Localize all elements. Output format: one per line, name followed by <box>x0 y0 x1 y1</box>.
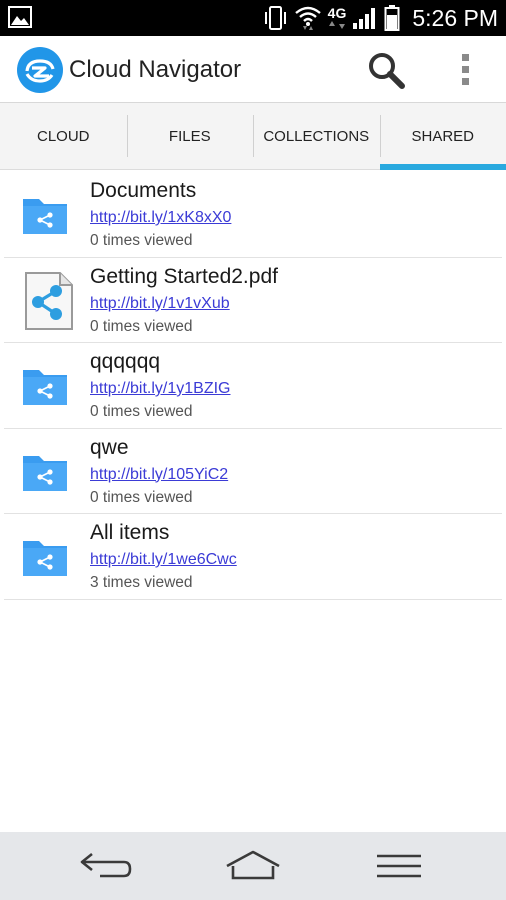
status-bar: 4G 5:26 PM <box>0 0 506 36</box>
list-item[interactable]: All items http://bit.ly/1we6Cwc 3 times … <box>4 514 502 600</box>
vibrate-icon <box>264 6 286 30</box>
list-item[interactable]: Getting Started2.pdf http://bit.ly/1v1vX… <box>4 258 502 343</box>
item-name: qwe <box>90 435 129 459</box>
item-view-count: 0 times viewed <box>90 403 193 420</box>
data-arrows-icon <box>329 21 345 29</box>
item-view-count: 0 times viewed <box>90 232 193 249</box>
lte-icon: 4G <box>327 5 347 30</box>
item-link[interactable]: http://bit.ly/1we6Cwc <box>90 551 237 569</box>
item-name: All items <box>90 521 170 544</box>
gallery-icon <box>8 6 32 28</box>
screen: 4G 5:26 PM Cloud Navigator CLOUD FILES C… <box>0 0 506 900</box>
tab-cloud[interactable]: CLOUD <box>0 103 127 170</box>
shared-folder-icon <box>23 455 67 491</box>
tab-shared[interactable]: SHARED <box>379 103 506 170</box>
system-nav-bar <box>0 832 506 900</box>
cloud-navigator-logo <box>17 47 63 93</box>
shared-list: Documents http://bit.ly/1xK8xX0 0 times … <box>0 172 506 600</box>
network-label: 4G <box>327 5 347 21</box>
overflow-menu-button[interactable] <box>452 48 480 92</box>
item-name: Documents <box>90 179 197 202</box>
app-title: Cloud Navigator <box>69 56 242 83</box>
back-button[interactable] <box>76 848 136 884</box>
list-item[interactable]: qqqqqq http://bit.ly/1y1BZIG 0 times vie… <box>4 343 502 429</box>
wifi-icon <box>294 6 321 30</box>
list-item[interactable]: Documents http://bit.ly/1xK8xX0 0 times … <box>4 172 502 258</box>
signal-icon <box>353 8 376 29</box>
tab-bar: CLOUD FILES COLLECTIONS SHARED <box>0 103 506 170</box>
tab-collections[interactable]: COLLECTIONS <box>253 103 380 170</box>
home-button[interactable] <box>223 848 283 884</box>
battery-icon <box>384 5 400 31</box>
shared-folder-icon <box>23 199 67 234</box>
app-bar: Cloud Navigator <box>0 36 506 103</box>
status-icons: 4G 5:26 PM <box>262 0 498 36</box>
clock: 5:26 PM <box>412 4 498 31</box>
item-link[interactable]: http://bit.ly/1y1BZIG <box>90 380 231 398</box>
item-link[interactable]: http://bit.ly/1xK8xX0 <box>90 209 231 227</box>
shared-folder-icon <box>23 370 67 405</box>
menu-button[interactable] <box>369 848 429 884</box>
item-name: Getting Started2.pdf <box>90 264 278 288</box>
menu-icon <box>377 854 421 878</box>
search-button[interactable] <box>363 48 407 92</box>
home-icon <box>226 850 280 880</box>
shared-folder-icon <box>23 541 67 576</box>
item-view-count: 0 times viewed <box>90 317 193 335</box>
overflow-menu-icon <box>462 54 469 85</box>
shared-file-icon <box>25 271 73 330</box>
item-name: qqqqqq <box>90 350 161 373</box>
item-view-count: 0 times viewed <box>90 488 193 506</box>
item-view-count: 3 times viewed <box>90 574 193 591</box>
search-icon <box>369 53 405 89</box>
tab-files[interactable]: FILES <box>126 103 254 170</box>
item-link[interactable]: http://bit.ly/1v1vXub <box>90 295 230 313</box>
back-icon <box>80 852 132 878</box>
list-item[interactable]: qwe http://bit.ly/105YiC2 0 times viewed <box>4 429 502 514</box>
item-link[interactable]: http://bit.ly/105YiC2 <box>90 466 228 484</box>
